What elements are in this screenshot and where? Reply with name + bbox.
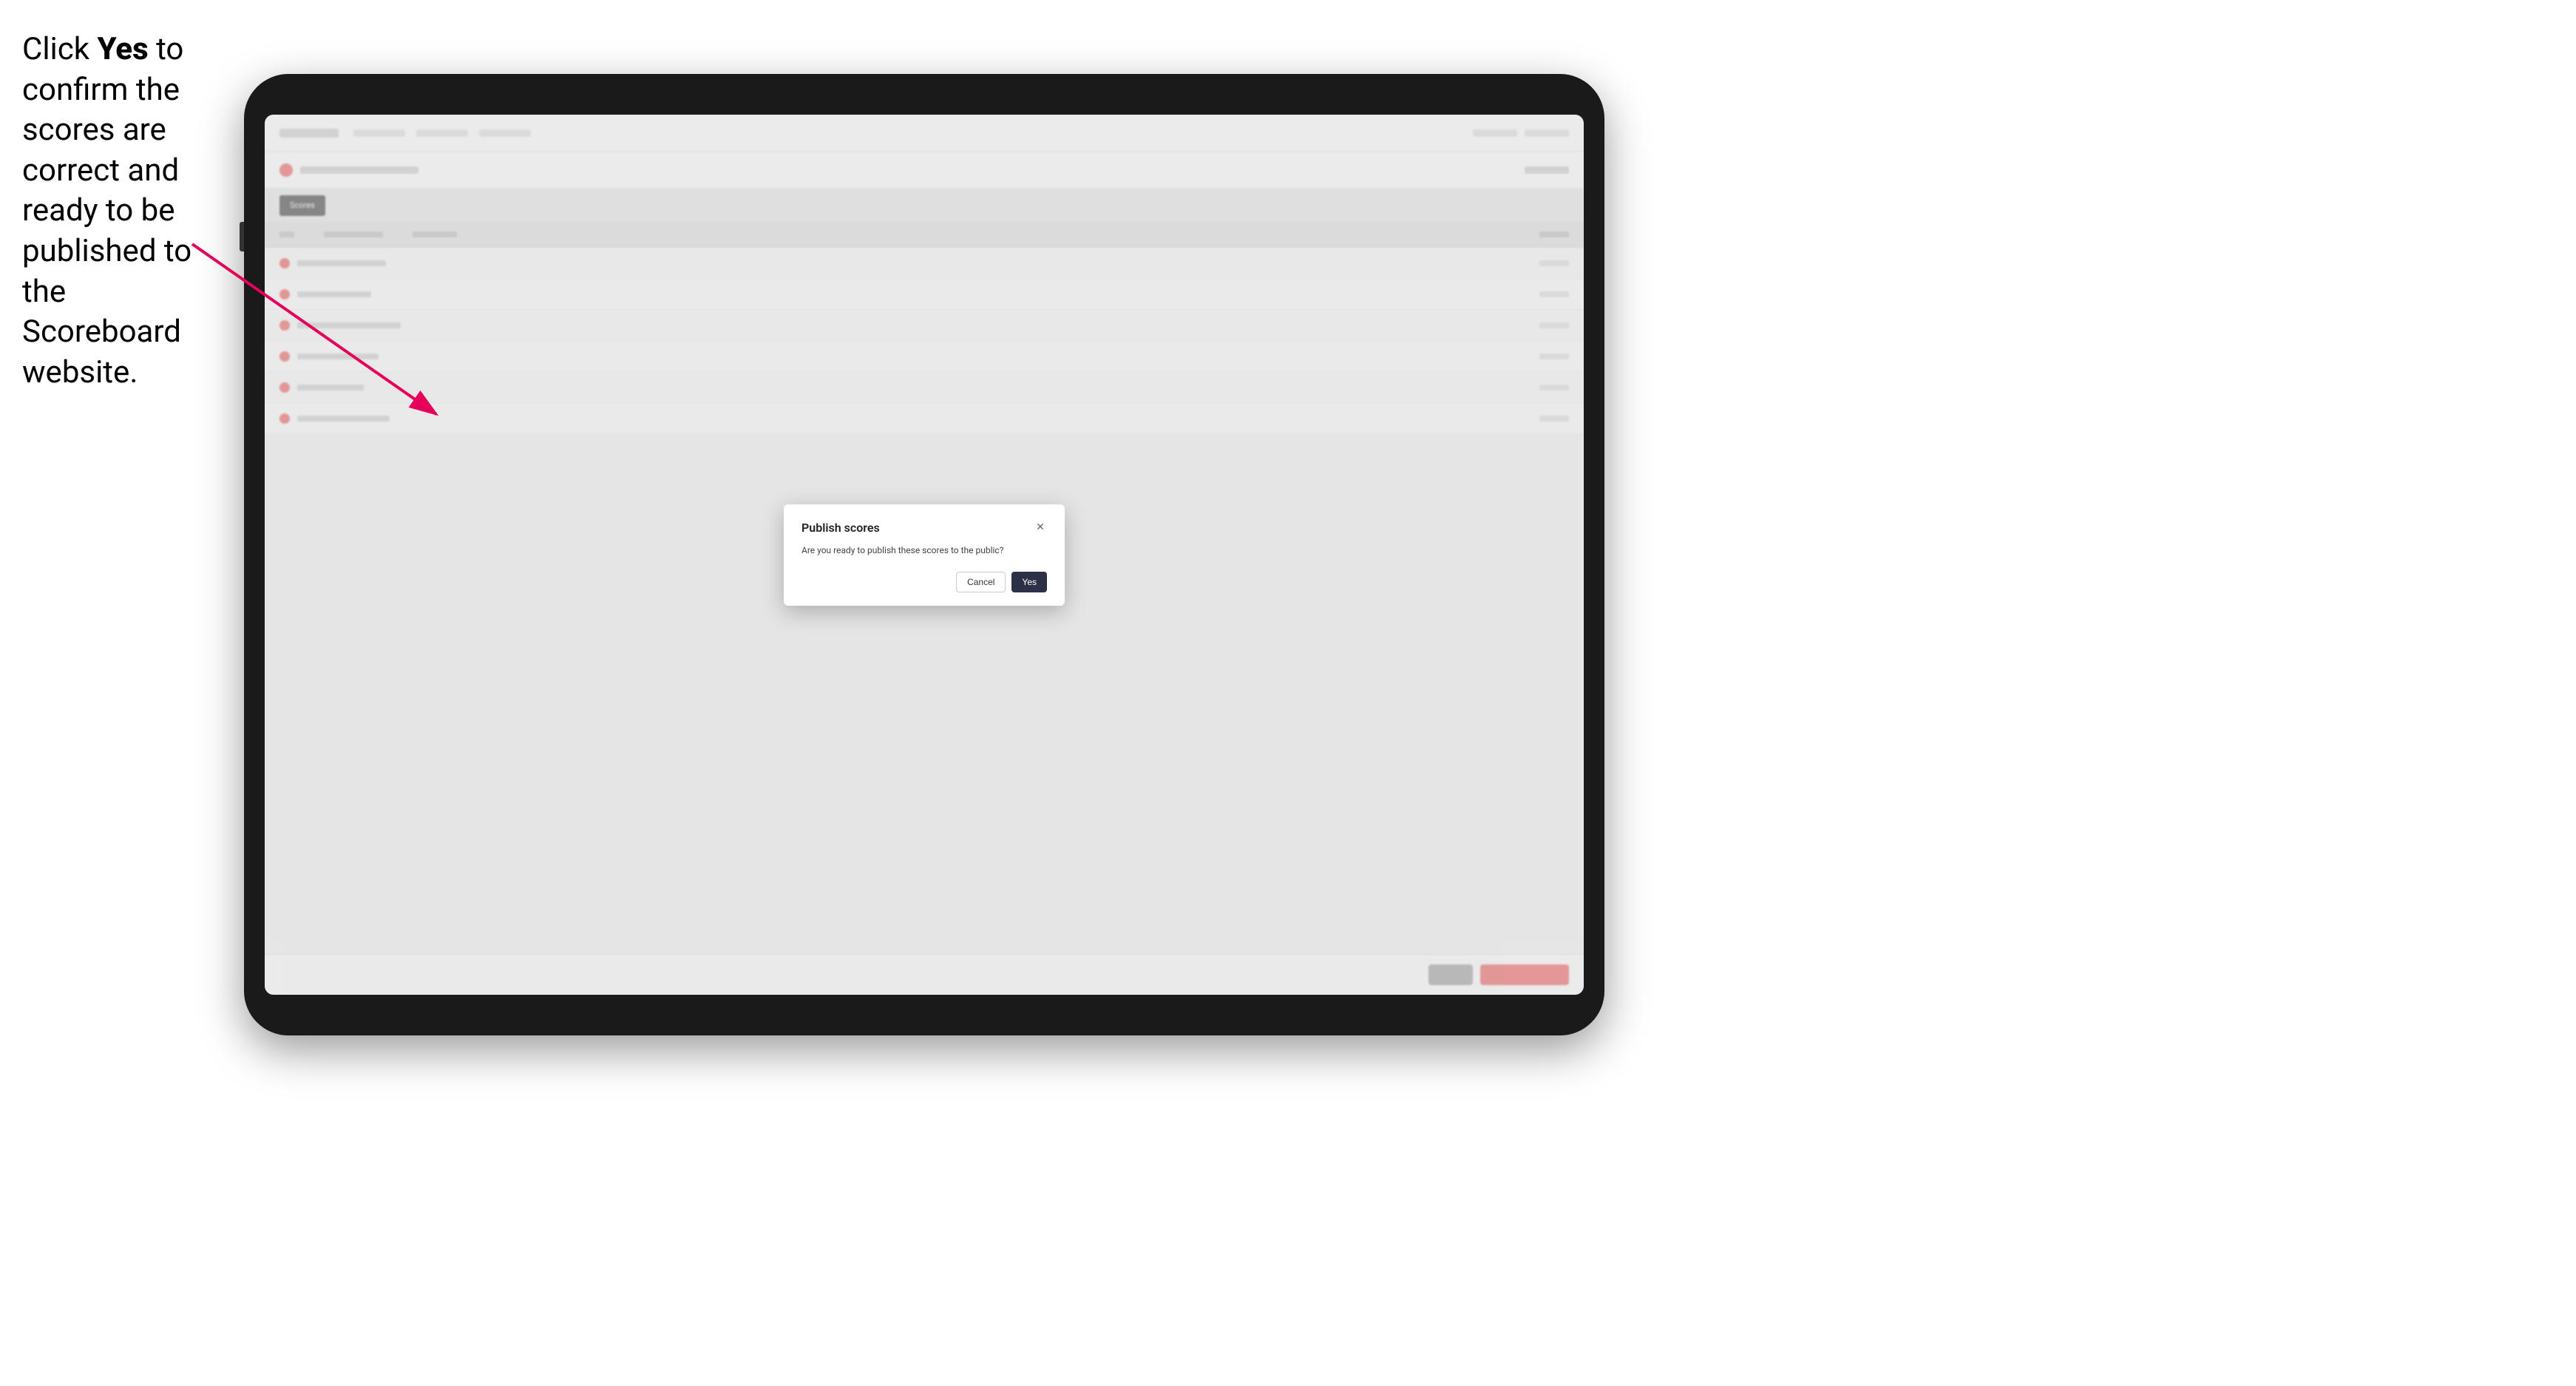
yes-button[interactable]: Yes — [1011, 572, 1047, 592]
modal-title: Publish scores — [801, 521, 880, 535]
modal-close-button[interactable]: ✕ — [1034, 521, 1047, 534]
tablet-device: Scores — [244, 74, 1604, 1035]
modal-actions: Cancel Yes — [801, 572, 1047, 592]
modal-title-row: Publish scores ✕ — [801, 521, 1047, 535]
tablet-side-button — [240, 222, 244, 251]
modal-body-text: Are you ready to publish these scores to… — [801, 545, 1047, 555]
publish-scores-dialog: Publish scores ✕ Are you ready to publis… — [784, 504, 1065, 606]
instruction-text: Click Yes to confirm the scores are corr… — [22, 30, 229, 393]
tablet-screen: Scores — [265, 115, 1584, 995]
cancel-button[interactable]: Cancel — [956, 572, 1006, 592]
modal-overlay: Publish scores ✕ Are you ready to publis… — [265, 115, 1584, 995]
